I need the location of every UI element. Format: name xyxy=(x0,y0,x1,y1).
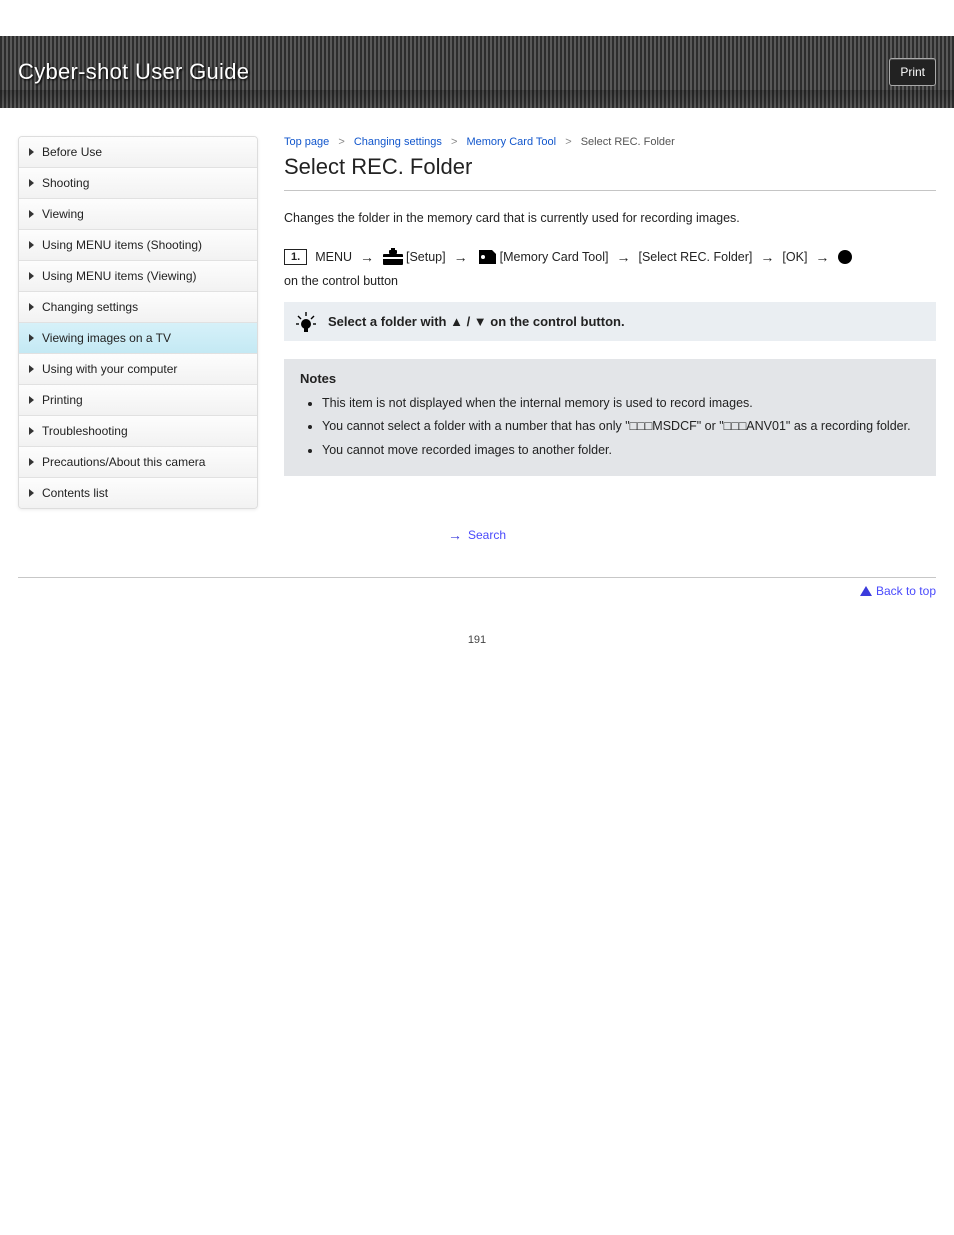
procedure-path: 1. MENU → [Setup] → [Memory Card Tool] →… xyxy=(284,242,936,302)
sidebar-item-changing-settings[interactable]: Changing settings xyxy=(19,292,257,323)
sidebar-item-label: Changing settings xyxy=(42,300,138,314)
toolbox-icon xyxy=(382,248,404,266)
breadcrumb-cat[interactable]: Changing settings xyxy=(354,136,442,148)
intro-text: Changes the folder in the memory card th… xyxy=(284,209,936,228)
sidebar-item-label: Precautions/About this camera xyxy=(42,455,205,469)
breadcrumb: Top page > Changing settings > Memory Ca… xyxy=(284,136,936,148)
sidebar-item-label: Using MENU items (Viewing) xyxy=(42,269,196,283)
notes-list: This item is not displayed when the inte… xyxy=(300,394,920,460)
sidebar-item-label: Viewing xyxy=(42,207,84,221)
sidebar-item-label: Before Use xyxy=(42,145,102,159)
breadcrumb-top[interactable]: Top page xyxy=(284,136,329,148)
step-number: 1. xyxy=(284,249,307,265)
memory-card-icon xyxy=(476,248,498,266)
sidebar-item-using-computer[interactable]: Using with your computer xyxy=(19,354,257,385)
arrow-icon: → xyxy=(360,249,374,265)
breadcrumb-sub[interactable]: Memory Card Tool xyxy=(466,136,556,148)
caret-right-icon xyxy=(29,458,34,466)
sidebar-item-precautions[interactable]: Precautions/About this camera xyxy=(19,447,257,478)
search-link[interactable]: Search xyxy=(468,528,506,542)
arrow-icon: → xyxy=(815,249,829,265)
center-button-icon xyxy=(837,249,853,265)
hint-text: Select a folder with ▲ / ▼ on the contro… xyxy=(328,314,625,329)
guide-title: Cyber-shot User Guide xyxy=(18,59,249,85)
sidebar-item-label: Troubleshooting xyxy=(42,424,128,438)
hint-bulb-icon xyxy=(296,312,316,337)
sidebar-item-troubleshooting[interactable]: Troubleshooting xyxy=(19,416,257,447)
sidebar-item-viewing-tv[interactable]: Viewing images on a TV xyxy=(19,323,257,354)
menu-label: MENU xyxy=(315,250,352,264)
notes-box: Notes This item is not displayed when th… xyxy=(284,359,936,476)
caret-right-icon xyxy=(29,210,34,218)
sidebar-item-label: Shooting xyxy=(42,176,89,190)
caret-right-icon xyxy=(29,303,34,311)
main-content: Top page > Changing settings > Memory Ca… xyxy=(284,136,936,509)
back-to-top-label: Back to top xyxy=(876,584,936,598)
sidebar-item-label: Using with your computer xyxy=(42,362,177,376)
sidebar-continued: → Search xyxy=(0,519,954,561)
page-title: Select REC. Folder xyxy=(284,154,936,191)
sidebar-item-label: Using MENU items (Shooting) xyxy=(42,238,202,252)
note-item: This item is not displayed when the inte… xyxy=(322,394,920,413)
intro-paragraph: Changes the folder in the memory card th… xyxy=(284,209,936,228)
sidebar-item-label: Viewing images on a TV xyxy=(42,331,171,345)
sidebar-item-label: Printing xyxy=(42,393,83,407)
sidebar-item-shooting[interactable]: Shooting xyxy=(19,168,257,199)
breadcrumb-sep: > xyxy=(338,136,344,148)
sidebar-item-before-use[interactable]: Before Use xyxy=(19,137,257,168)
notes-title: Notes xyxy=(300,371,920,386)
arrow-icon: → xyxy=(616,249,630,265)
arrow-icon: → xyxy=(760,249,774,265)
caret-right-icon xyxy=(29,148,34,156)
triangle-up-icon xyxy=(860,586,872,596)
caret-right-icon xyxy=(29,489,34,497)
breadcrumb-sep: > xyxy=(565,136,571,148)
arrow-right-icon: → xyxy=(448,527,462,543)
caret-right-icon xyxy=(29,334,34,342)
caret-right-icon xyxy=(29,241,34,249)
sidebar-item-printing[interactable]: Printing xyxy=(19,385,257,416)
back-to-top-link[interactable]: Back to top xyxy=(860,584,936,598)
breadcrumb-sep: > xyxy=(451,136,457,148)
print-button[interactable]: Print xyxy=(889,58,936,86)
caret-right-icon xyxy=(29,179,34,187)
control-button-label: on the control button xyxy=(284,274,398,288)
sidebar-item-menu-viewing[interactable]: Using MENU items (Viewing) xyxy=(19,261,257,292)
sidebar-item-menu-shooting[interactable]: Using MENU items (Shooting) xyxy=(19,230,257,261)
caret-right-icon xyxy=(29,396,34,404)
arrow-icon: → xyxy=(454,249,468,265)
sidebar-item-label: Contents list xyxy=(42,486,108,500)
header-bar: Cyber-shot User Guide Print xyxy=(0,36,954,108)
setup-label: [Setup] xyxy=(406,250,446,264)
ok-label: [OK] xyxy=(782,250,807,264)
sidebar-item-viewing[interactable]: Viewing xyxy=(19,199,257,230)
caret-right-icon xyxy=(29,427,34,435)
sidebar-item-contents-list[interactable]: Contents list xyxy=(19,478,257,508)
caret-right-icon xyxy=(29,272,34,280)
breadcrumb-leaf: Select REC. Folder xyxy=(581,136,675,148)
note-item: You cannot select a folder with a number… xyxy=(322,417,920,436)
caret-right-icon xyxy=(29,365,34,373)
sidebar: Before Use Shooting Viewing Using MENU i… xyxy=(18,136,258,509)
note-item: You cannot move recorded images to anoth… xyxy=(322,441,920,460)
footer-bar: Back to top xyxy=(18,577,936,598)
page-number: 191 xyxy=(0,634,954,646)
hint-box: Select a folder with ▲ / ▼ on the contro… xyxy=(284,302,936,341)
memory-card-tool-label: [Memory Card Tool] xyxy=(500,250,609,264)
select-rec-folder-label: [Select REC. Folder] xyxy=(638,250,752,264)
